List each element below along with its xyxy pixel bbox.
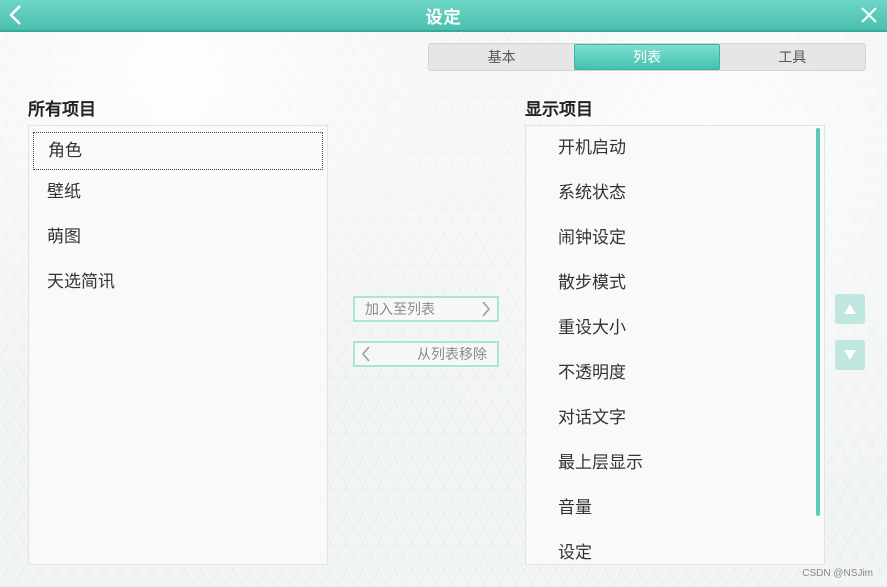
watermark: CSDN @NSJim xyxy=(802,568,873,579)
add-to-list-button[interactable]: 加入至列表 xyxy=(353,296,499,322)
all-item-wallpaper[interactable]: 壁纸 xyxy=(29,170,327,215)
triangle-down-icon xyxy=(844,350,856,360)
back-button[interactable] xyxy=(2,2,30,28)
chevron-right-icon xyxy=(482,301,490,317)
display-item-alarm[interactable]: 闹钟设定 xyxy=(526,216,824,261)
triangle-up-icon xyxy=(844,304,856,314)
move-down-button[interactable] xyxy=(835,340,865,370)
tab-bar: 基本 列表 工具 xyxy=(428,43,866,71)
display-item-walk-mode[interactable]: 散步模式 xyxy=(526,261,824,306)
display-item-opacity[interactable]: 不透明度 xyxy=(526,351,824,396)
all-item-news[interactable]: 天选简讯 xyxy=(29,260,327,305)
display-list-scrollbar[interactable] xyxy=(816,128,820,516)
display-item-volume[interactable]: 音量 xyxy=(526,486,824,531)
window-title: 设定 xyxy=(425,7,462,28)
chevron-left-small-icon xyxy=(362,346,370,362)
close-icon xyxy=(861,7,877,23)
tab-list[interactable]: 列表 xyxy=(574,44,720,70)
tab-basic[interactable]: 基本 xyxy=(429,44,574,70)
display-item-resize[interactable]: 重设大小 xyxy=(526,306,824,351)
all-item-cute-pics[interactable]: 萌图 xyxy=(29,215,327,260)
close-button[interactable] xyxy=(855,2,883,28)
display-item-autostart[interactable]: 开机启动 xyxy=(526,126,824,171)
display-items-list[interactable]: 开机启动 系统状态 闹钟设定 散步模式 重设大小 不透明度 对话文字 最上层显示… xyxy=(525,125,825,565)
move-up-button[interactable] xyxy=(835,294,865,324)
tab-tools[interactable]: 工具 xyxy=(720,44,865,70)
chevron-left-icon xyxy=(9,5,21,25)
all-items-heading: 所有项目 xyxy=(28,100,96,120)
display-item-system-status[interactable]: 系统状态 xyxy=(526,171,824,216)
all-items-list[interactable]: 角色 壁纸 萌图 天选简讯 xyxy=(28,125,328,565)
title-bar: 设定 xyxy=(0,0,887,32)
remove-from-list-button[interactable]: 从列表移除 xyxy=(353,341,499,367)
display-item-always-on-top[interactable]: 最上层显示 xyxy=(526,441,824,486)
remove-from-list-label: 从列表移除 xyxy=(417,347,487,363)
display-item-dialog-text[interactable]: 对话文字 xyxy=(526,396,824,441)
all-item-role[interactable]: 角色 xyxy=(33,132,323,170)
display-items-heading: 显示项目 xyxy=(525,100,593,120)
display-item-settings[interactable]: 设定 xyxy=(526,531,824,564)
add-to-list-label: 加入至列表 xyxy=(365,302,435,318)
